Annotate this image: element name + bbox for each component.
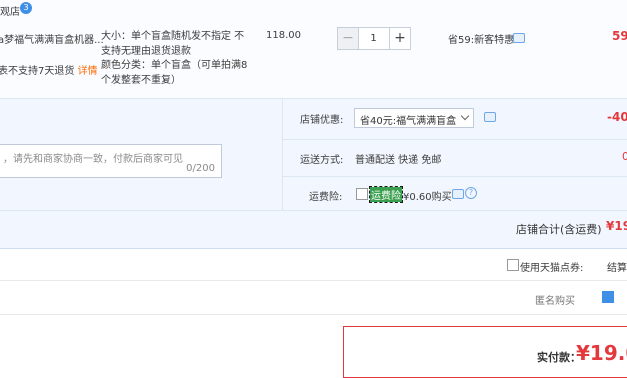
anonymous-checkbox[interactable] — [602, 291, 614, 303]
store-discount-select[interactable]: 省40元:福气满满盲盒 — [354, 108, 474, 128]
store-badge: 3 — [20, 2, 32, 14]
anonymous-label: 匿名购买 — [535, 296, 575, 307]
item-spec: 大小：单个盲盒随机发不指定 不 支持无理由退货退款 颜色分类：单个盲盒（可单拍满… — [101, 30, 247, 88]
discount-selected-value: 省40元:福气满满盲盒 — [360, 116, 457, 127]
tmall-points-label: 使用天猫点券: — [520, 263, 584, 274]
decrease-quantity-button[interactable]: − — [338, 28, 359, 49]
policy-details-link[interactable]: 详情 — [78, 66, 98, 77]
amount-due-label: 实付款： — [537, 351, 581, 364]
store-discount-label: 店铺优惠: — [300, 115, 344, 126]
buyer-message-input[interactable]: ，请先和商家协商一致，付款后商家可见 0/200 — [0, 144, 222, 178]
message-placeholder: ，请先和商家协商一致，付款后商家可见 — [3, 154, 183, 165]
shipping-method: 普通配送 快递 免邮 — [355, 155, 442, 166]
item-subtotal: 59 — [612, 29, 627, 43]
chat-icon[interactable] — [452, 189, 464, 199]
chevron-down-icon — [460, 111, 470, 121]
quantity-stepper: − + — [337, 27, 411, 50]
insurance-price: ¥0.60购买 — [403, 192, 452, 203]
divider — [282, 139, 627, 140]
return-policy-text: 表不支持7天退货 — [0, 66, 75, 77]
store-header-text[interactable]: 观店 — [0, 3, 20, 18]
store-discount-amount: -40 — [607, 110, 627, 124]
insurance-checkbox[interactable] — [356, 188, 368, 200]
quantity-input[interactable] — [359, 28, 388, 49]
spec-line: 大小：单个盲盒随机发不指定 不 — [101, 31, 245, 42]
divider — [282, 98, 283, 210]
divider — [282, 176, 627, 177]
tmall-points-checkbox[interactable] — [507, 259, 519, 271]
spec-line: 颜色分类：单个盲盒（可单拍满8 — [101, 60, 248, 71]
payment-summary-box: 实付款： ¥19.0 — [343, 326, 627, 378]
settle-label: 结算 — [607, 263, 627, 274]
item-promo-label: 省59:新客特惠 — [448, 35, 515, 46]
divider — [0, 98, 627, 99]
shipping-amount: 0 — [622, 150, 627, 163]
spec-line: 个发整套不重复） — [101, 74, 181, 86]
spec-line: 支持无理由退货退款 — [101, 45, 191, 57]
divider — [0, 314, 627, 315]
insurance-tag: 运费险 — [369, 186, 403, 203]
store-total-label: 店铺合计(含运费) — [516, 223, 602, 236]
item-return-policy: 表不支持7天退货 详情 — [0, 62, 98, 77]
divider — [0, 248, 627, 249]
help-icon[interactable]: ? — [465, 187, 477, 199]
amount-due-value: ¥19.0 — [576, 341, 627, 365]
divider — [0, 210, 627, 211]
item-row — [0, 0, 627, 98]
chat-icon[interactable] — [484, 112, 496, 122]
insurance-label: 运费险: — [309, 192, 343, 203]
shipping-label: 运送方式: — [300, 155, 344, 166]
unit-price: 118.00 — [266, 30, 301, 41]
increase-quantity-button[interactable]: + — [389, 28, 410, 49]
divider — [0, 280, 627, 281]
store-total-value: ¥19 — [606, 219, 627, 233]
message-counter: 0/200 — [186, 163, 215, 174]
chat-icon[interactable] — [513, 33, 525, 43]
item-title[interactable]: a梦福气满满盲盒机器... — [0, 31, 104, 46]
